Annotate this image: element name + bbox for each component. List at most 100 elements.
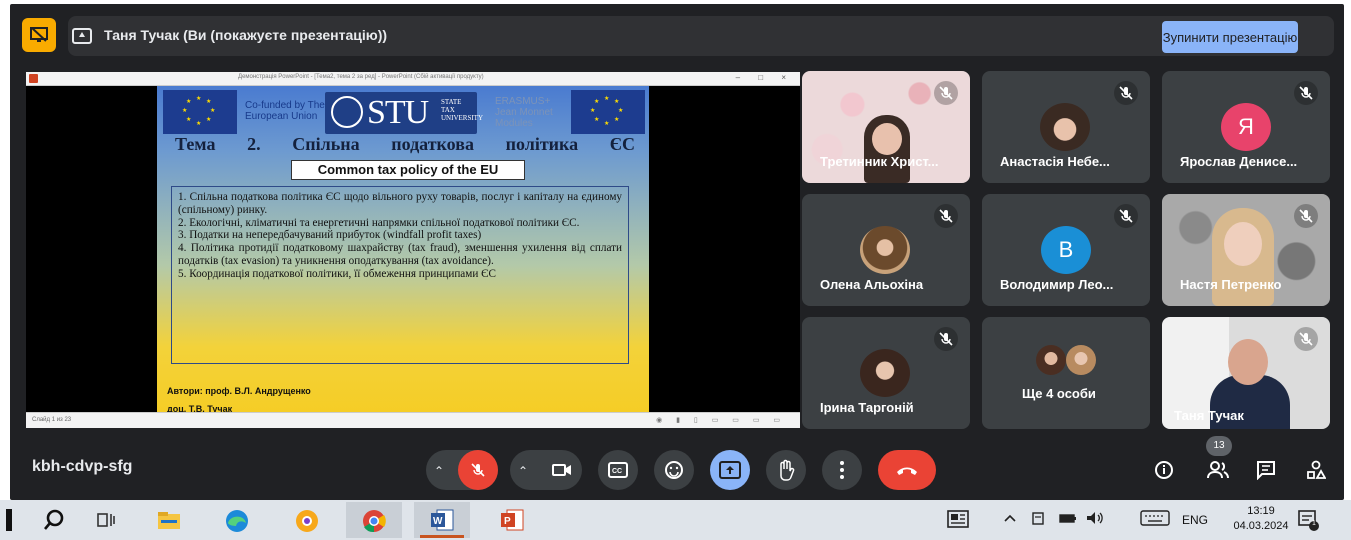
powerpoint-taskbar-app[interactable]: P	[484, 502, 540, 538]
eu-flag-icon: ★ ★ ★ ★ ★ ★ ★ ★	[571, 90, 645, 134]
participant-name: Ірина Таргоній	[820, 400, 914, 415]
participant-tile[interactable]: Таня Тучак	[1162, 317, 1330, 429]
powerpoint-titlebar: Демонстрація PowerPoint - [Тема2, тема 2…	[26, 72, 800, 86]
window-controls[interactable]: – □ ×	[736, 73, 794, 82]
participant-tile[interactable]: Настя Петренко	[1162, 194, 1330, 306]
people-button[interactable]	[1202, 454, 1234, 486]
slide-body-item: 4. Політика протидії податковому шахрайс…	[178, 242, 622, 267]
participant-tile[interactable]: Ірина Таргоній	[802, 317, 970, 429]
participant-face	[872, 123, 902, 155]
news-widget-icon[interactable]	[946, 508, 972, 532]
stop-presenting-button[interactable]: Зупинити презентацію	[1162, 21, 1298, 53]
participant-name: Олена Альохіна	[820, 277, 924, 292]
mic-off-button[interactable]	[458, 450, 498, 490]
clock-time: 13:19	[1247, 505, 1275, 517]
search-icon[interactable]	[42, 508, 68, 532]
present-upload-icon	[72, 28, 92, 44]
stu-logo: STU STATE TAX UNIVERSITY	[325, 92, 483, 134]
participant-name: Анастасія Небе...	[1000, 154, 1110, 169]
file-explorer-icon[interactable]	[156, 508, 182, 532]
volume-icon[interactable]	[1084, 508, 1106, 532]
stu-subtitle: STATE TAX UNIVERSITY	[441, 98, 483, 122]
slide-body-item: 3. Податки на непередбачуваний прибуток …	[178, 229, 482, 242]
present-screen-icon	[719, 461, 741, 479]
presentation-icon[interactable]	[22, 18, 56, 52]
edge-browser-icon[interactable]	[224, 508, 250, 532]
notifications-icon[interactable]: 1	[1296, 508, 1322, 532]
slide-subtitle: Common tax policy of the EU	[291, 160, 525, 180]
chevron-up-icon[interactable]: ⌃	[518, 464, 528, 478]
activities-button[interactable]	[1300, 454, 1332, 486]
windows-taskbar: W P ENG 13:19 04.03.2024 1	[0, 500, 1351, 540]
camera-button[interactable]	[542, 450, 582, 490]
svg-text:P: P	[504, 516, 511, 527]
captions-button[interactable]: CC	[598, 450, 638, 490]
keyboard-icon[interactable]	[1140, 508, 1172, 532]
participant-tile[interactable]: Я Ярослав Денисе...	[1162, 71, 1330, 183]
slide-body-item: 5. Координація податкової політики, її о…	[178, 267, 496, 280]
chevron-up-icon[interactable]	[1002, 508, 1020, 532]
start-edge-icon[interactable]	[6, 509, 12, 531]
meet-window: Таня Тучак (Ви (покажуєте презентацію)) …	[10, 4, 1344, 500]
participant-avatar	[1036, 345, 1066, 375]
stu-letters: STU	[367, 94, 429, 131]
battery-icon[interactable]	[1058, 508, 1080, 532]
leave-call-button[interactable]	[878, 450, 936, 490]
word-taskbar-app[interactable]: W	[414, 502, 470, 538]
present-button[interactable]	[710, 450, 750, 490]
people-icon	[1207, 461, 1229, 479]
emoji-button[interactable]	[654, 450, 694, 490]
participant-name: Володимир Лео...	[1000, 277, 1114, 292]
participant-name: Таня Тучак	[1174, 408, 1244, 423]
participant-face	[1224, 222, 1262, 266]
clock-date: 04.03.2024	[1233, 520, 1289, 532]
participant-tile[interactable]: Третинник Христ...	[802, 71, 970, 183]
chat-button[interactable]	[1250, 454, 1282, 486]
mic-off-icon	[1294, 81, 1318, 105]
slide-counter: Слайд 1 из 23	[32, 417, 72, 423]
view-buttons[interactable]: ◉ ▮ ▯ ▭ ▭ ▭ ▭	[656, 416, 786, 424]
raise-hand-button[interactable]	[766, 450, 806, 490]
hand-icon	[780, 459, 795, 481]
slide-body-item: 2. Екологічні, кліматичні та енергетичні…	[178, 216, 580, 229]
mic-off-icon	[1294, 204, 1318, 228]
participant-tile[interactable]: Олена Альохіна	[802, 194, 970, 306]
slide-heading: Тема 2. Спільна податкова політика ЄС	[175, 134, 635, 154]
active-indicator	[420, 535, 464, 538]
erasmus-text: ERASMUS+ Jean Monnet Modules	[495, 96, 553, 129]
mic-off-icon	[1294, 327, 1318, 351]
powerpoint-window-title: Демонстрація PowerPoint - [Тема2, тема 2…	[238, 74, 484, 80]
people-count-badge: 13	[1206, 436, 1232, 456]
end-call-icon	[897, 467, 917, 475]
participant-name: Ярослав Денисе...	[1180, 154, 1298, 169]
clock[interactable]: 13:19 04.03.2024	[1226, 504, 1296, 534]
participant-avatar	[1040, 103, 1090, 151]
participant-tile[interactable]: B Володимир Лео...	[982, 194, 1150, 306]
browser-icon[interactable]	[294, 508, 320, 532]
mic-control-group: ⌃	[426, 450, 498, 490]
participant-tile[interactable]: Анастасія Небе...	[982, 71, 1150, 183]
chrome-taskbar-app[interactable]	[346, 502, 402, 538]
university-seal-icon	[331, 96, 363, 128]
device-icon[interactable]	[1030, 508, 1048, 532]
participant-tile[interactable]: Ще 4 особи	[982, 317, 1150, 429]
svg-text:CC: CC	[612, 468, 622, 475]
powerpoint-statusbar: Слайд 1 из 23 ◉ ▮ ▯ ▭ ▭ ▭ ▭	[26, 412, 800, 428]
activities-icon	[1307, 460, 1326, 479]
task-view-icon[interactable]	[94, 508, 120, 532]
slide-body: 1. Спільна податкова політика ЄС щодо ві…	[171, 186, 629, 364]
authors-line: Автори: проф. В.Л. Андрущенко	[167, 386, 311, 396]
language-indicator[interactable]: ENG	[1182, 513, 1208, 527]
more-options-button[interactable]	[822, 450, 862, 490]
captions-icon: CC	[608, 462, 628, 478]
slide-body-item: 1. Спільна податкова політика ЄС щодо ві…	[178, 191, 622, 216]
more-vert-icon	[840, 461, 844, 479]
participant-avatar: B	[1041, 226, 1091, 274]
participant-name: Настя Петренко	[1180, 277, 1282, 292]
word-icon: W	[431, 509, 454, 531]
meeting-info-button[interactable]	[1148, 454, 1180, 486]
chat-icon	[1257, 461, 1275, 480]
chevron-up-icon[interactable]: ⌃	[434, 464, 444, 478]
participant-name: Третинник Христ...	[820, 154, 939, 169]
mic-off-icon	[1114, 81, 1138, 105]
